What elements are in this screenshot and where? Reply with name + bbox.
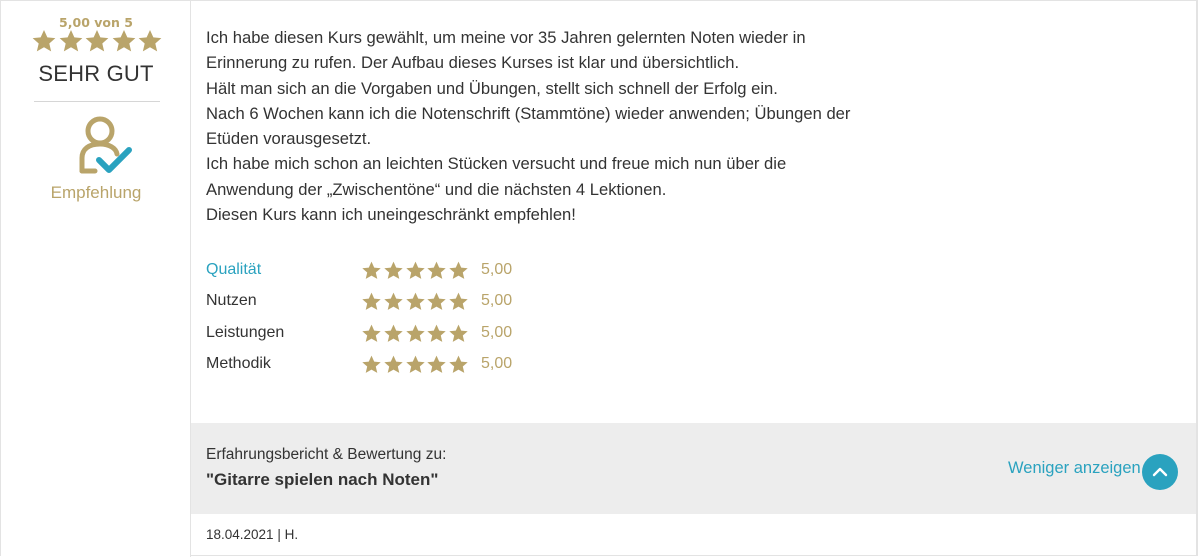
show-less-link[interactable]: Weniger anzeigen — [1008, 459, 1141, 478]
criterion-stars — [361, 323, 469, 345]
review-line: Diesen Kurs kann ich uneingeschränkt emp… — [206, 205, 576, 225]
criterion-value: 5,00 — [481, 354, 513, 372]
course-title: "Gitarre spielen nach Noten" — [206, 470, 439, 489]
review-line: Anwendung der „Zwischentöne“ und die näc… — [206, 179, 667, 199]
criteria-ratings: Qualität 5,00 Nutzen 5,00 Leistungen 5,0… — [206, 259, 606, 384]
review-line: Nach 6 Wochen kann ich die Notenschrift … — [206, 103, 851, 123]
review-text: Ich habe diesen Kurs gewählt, um meine v… — [206, 25, 926, 227]
star-icon — [362, 324, 381, 342]
star-icon — [32, 29, 56, 52]
star-icon — [384, 355, 403, 373]
star-icon — [59, 29, 82, 52]
review-line: Erinnerung zu rufen. Der Aufbau dieses K… — [206, 53, 740, 73]
star-icon — [405, 292, 425, 311]
review-footer: Erfahrungsbericht & Bewertung zu: "Gitar… — [191, 423, 1196, 514]
chevron-up-icon — [1152, 467, 1168, 477]
criterion-stars — [361, 291, 469, 313]
criterion-label-nutzen: Nutzen — [206, 292, 257, 310]
star-icon — [405, 355, 425, 373]
rating-summary-panel: 5,00 von 5 SEHR GUT Empfehlung — [1, 1, 191, 557]
criterion-value: 5,00 — [481, 261, 513, 278]
criterion-value: 5,00 — [481, 323, 513, 341]
star-icon — [427, 324, 446, 342]
criterion-row-nutzen: Nutzen 5,00 — [206, 290, 606, 321]
criterion-label-methodik: Methodik — [206, 354, 271, 372]
star-icon — [405, 261, 425, 279]
criterion-value: 5,00 — [481, 292, 513, 310]
recommend-user-check-icon — [79, 116, 132, 174]
star-icon — [449, 292, 468, 311]
star-icon — [427, 292, 446, 311]
review-line: Ich habe diesen Kurs gewählt, um meine v… — [206, 28, 806, 47]
review-card: 5,00 von 5 SEHR GUT Empfehlung Ich habe … — [0, 0, 1198, 557]
review-line: Hält man sich an die Vorgaben und Übunge… — [206, 78, 778, 98]
star-icon — [384, 324, 403, 342]
star-icon — [449, 355, 468, 373]
collapse-button[interactable] — [1142, 454, 1178, 490]
review-line: Ich habe mich schon an leichten Stücken … — [206, 154, 787, 174]
recommendation-label: Empfehlung — [50, 183, 142, 202]
verdict-label: SEHR GUT — [38, 61, 154, 86]
review-for-caption: Erfahrungsbericht & Bewertung zu: — [206, 446, 447, 463]
star-icon — [427, 261, 446, 279]
star-icon — [138, 29, 162, 52]
star-icon — [405, 324, 425, 342]
criterion-stars — [361, 260, 469, 282]
star-icon — [384, 292, 403, 311]
criterion-row-leistungen: Leistungen 5,00 — [206, 322, 606, 353]
criterion-label-leistungen: Leistungen — [206, 323, 285, 341]
criterion-row-methodik: Methodik 5,00 — [206, 353, 606, 384]
star-icon — [449, 261, 468, 279]
star-icon — [85, 29, 109, 52]
criterion-stars — [361, 354, 469, 376]
overall-stars — [31, 28, 163, 58]
star-icon — [112, 29, 135, 52]
star-icon — [362, 292, 381, 311]
criterion-label-qualitaet[interactable]: Qualität — [206, 261, 261, 279]
star-icon — [449, 324, 468, 342]
star-icon — [362, 355, 381, 373]
star-icon — [362, 261, 381, 279]
star-icon — [384, 261, 403, 279]
divider — [34, 101, 160, 102]
star-icon — [427, 355, 446, 373]
review-date-author: 18.04.2021 | H. — [206, 527, 299, 542]
criterion-row-qualitaet: Qualität 5,00 — [206, 259, 606, 290]
review-line: Etüden vorausgesetzt. — [206, 129, 372, 149]
